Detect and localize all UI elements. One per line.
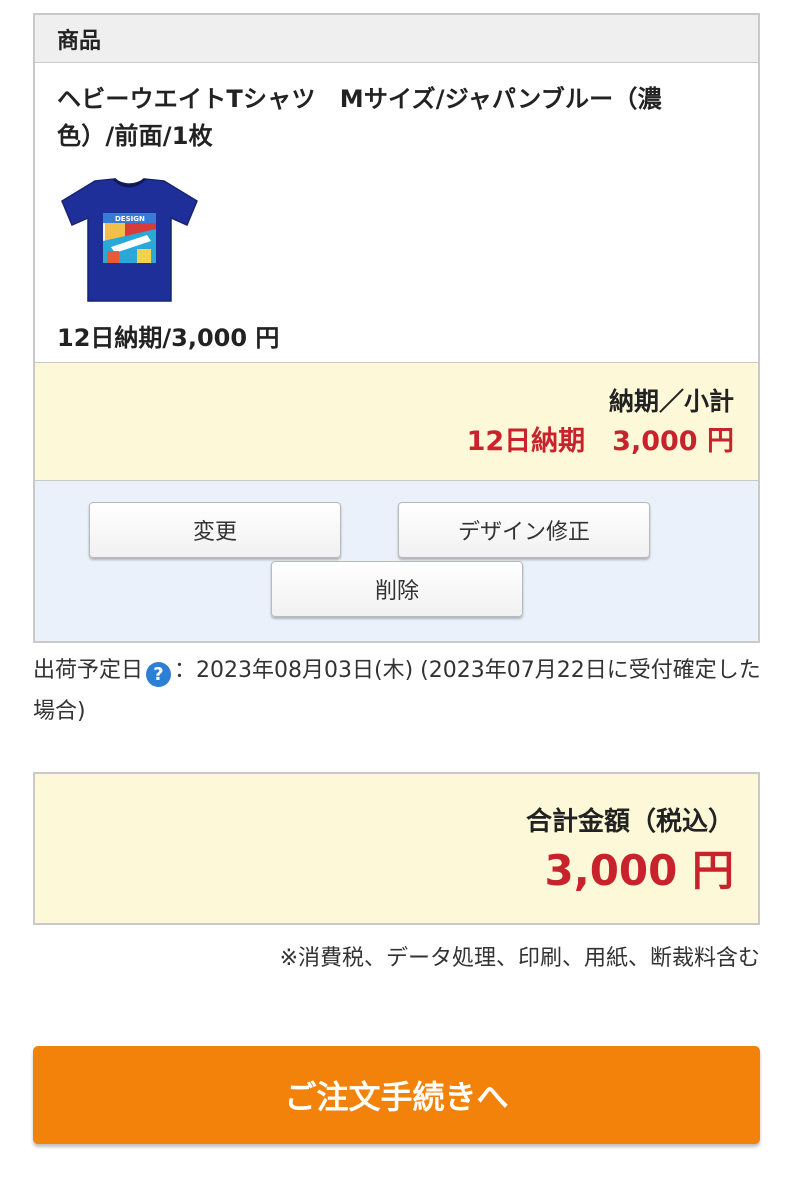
total-panel: 合計金額（税込） 3,000 円 — [33, 772, 760, 925]
total-label: 合計金額（税込） — [525, 807, 734, 837]
shipping-date-label: 出荷予定日 — [33, 658, 144, 683]
subtotal-label: 納期／小計 — [608, 387, 734, 416]
actions-section: 変更 デザイン修正 削除 — [35, 481, 758, 641]
svg-text:DESIGN: DESIGN — [115, 215, 145, 223]
cart-header-label: 商品 — [57, 28, 102, 54]
edit-design-button[interactable]: デザイン修正 — [398, 502, 650, 558]
product-section: ヘビーウエイトTシャツ Mサイズ/ジャパンブルー（濃色）/前面/1枚 DESIG… — [35, 63, 758, 363]
product-name: ヘビーウエイトTシャツ Mサイズ/ジャパンブルー（濃色）/前面/1枚 — [57, 85, 662, 150]
checkout-button[interactable]: ご注文手続きへ — [33, 1046, 760, 1144]
question-icon[interactable]: ? — [146, 662, 172, 687]
cart-header: 商品 — [35, 15, 758, 63]
subtotal-section: 納期／小計 12日納期 3,000 円 — [35, 363, 758, 481]
tax-note: ※消費税、データ処理、印刷、用紙、断裁料含む — [279, 946, 760, 971]
change-button[interactable]: 変更 — [89, 502, 341, 558]
total-value: 3,000 円 — [544, 846, 734, 895]
delete-button[interactable]: 削除 — [271, 561, 523, 617]
product-price: 12日納期/3,000 円 — [57, 324, 280, 352]
shipping-date-note: 出荷予定日? ：2023年08月03日(木) (2023年07月22日に受付確定し… — [33, 650, 768, 732]
cart-item-panel: 商品 ヘビーウエイトTシャツ Mサイズ/ジャパンブルー（濃色）/前面/1枚 DE… — [33, 13, 760, 643]
tshirt-design-thumbnail: DESIGN — [61, 177, 198, 302]
subtotal-value: 12日納期 3,000 円 — [466, 426, 734, 457]
